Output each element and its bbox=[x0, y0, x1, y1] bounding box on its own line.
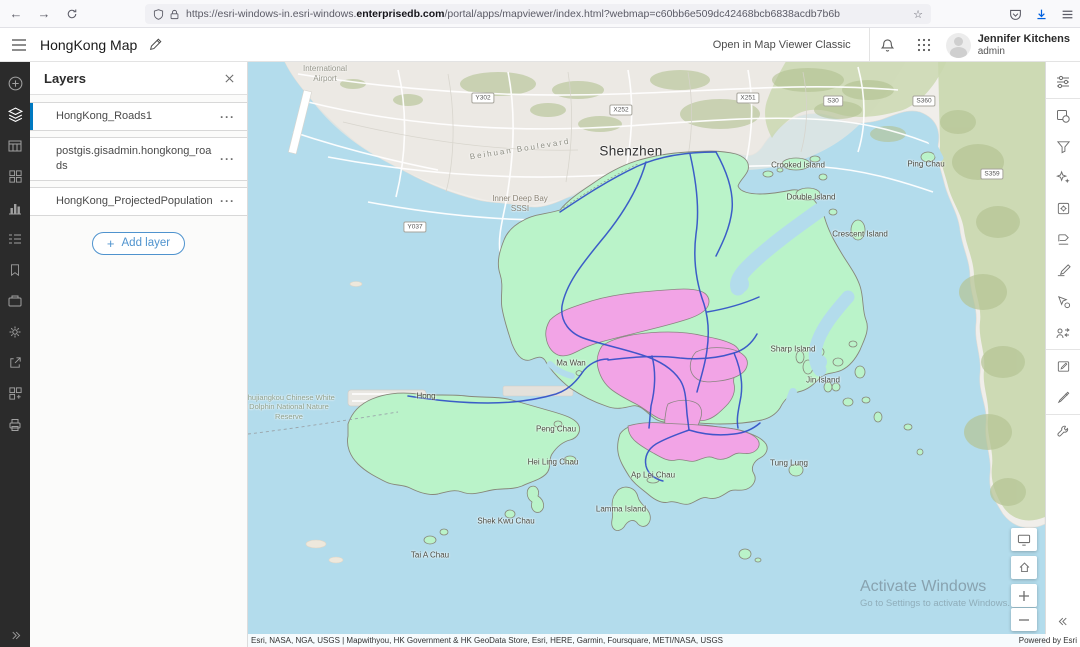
popups-icon[interactable] bbox=[1046, 255, 1080, 286]
save-icon[interactable] bbox=[0, 285, 30, 316]
toolbar-divider bbox=[1046, 349, 1080, 350]
monitor-icon bbox=[1017, 534, 1031, 546]
analysis-wrench-icon[interactable] bbox=[1046, 416, 1080, 447]
bookmarks-icon[interactable] bbox=[0, 254, 30, 285]
plus-icon bbox=[1018, 590, 1030, 602]
basemap-icon[interactable] bbox=[0, 161, 30, 192]
shield-permissions-icon[interactable] bbox=[153, 9, 164, 20]
add-layer-button[interactable]: + Add layer bbox=[92, 232, 185, 255]
layer-row-projected-population[interactable]: HongKong_ProjectedPopulation bbox=[30, 187, 247, 216]
browser-back-button[interactable]: ← bbox=[4, 3, 28, 25]
home-icon bbox=[1018, 561, 1031, 574]
open-in-classic-link[interactable]: Open in Map Viewer Classic bbox=[713, 39, 851, 51]
screen-capture-button[interactable] bbox=[1011, 528, 1037, 551]
sharing-icon[interactable] bbox=[1046, 317, 1080, 348]
print-icon[interactable] bbox=[0, 409, 30, 440]
close-panel-icon[interactable] bbox=[224, 73, 235, 84]
map-canvas[interactable]: International Airport Shenzhen Beihuan B… bbox=[248, 62, 1045, 647]
downloads-icon[interactable] bbox=[1035, 8, 1048, 21]
reload-icon bbox=[66, 8, 78, 20]
settings-toolbar bbox=[1045, 62, 1080, 647]
pocket-icon[interactable] bbox=[1009, 8, 1022, 21]
contents-toolbar bbox=[0, 62, 30, 647]
layer-options-icon[interactable] bbox=[216, 194, 239, 208]
labels-icon[interactable] bbox=[1046, 224, 1080, 255]
create-app-icon[interactable] bbox=[0, 378, 30, 409]
collapse-toolbar-icon[interactable] bbox=[1046, 616, 1080, 627]
effects-icon[interactable] bbox=[1046, 162, 1080, 193]
user-menu[interactable]: Jennifer Kitchens admin bbox=[946, 33, 1070, 58]
minus-icon bbox=[1018, 614, 1030, 626]
url-text: https://esri-windows-in.esri-windows.ent… bbox=[186, 8, 907, 20]
edit-title-icon[interactable] bbox=[149, 38, 162, 51]
expand-toolbar-icon[interactable] bbox=[0, 630, 30, 641]
browser-forward-button[interactable]: → bbox=[32, 3, 56, 25]
layer-name: HongKong_ProjectedPopulation bbox=[56, 194, 216, 209]
map-properties-gear-icon[interactable] bbox=[0, 316, 30, 347]
page-title: HongKong Map bbox=[40, 37, 137, 53]
map-attribution: Esri, NASA, NGA, USGS | Mapwithyou, HK G… bbox=[251, 636, 723, 645]
layer-row-postgis-roads[interactable]: postgis.gisadmin.hongkong_roads bbox=[30, 137, 247, 181]
layers-icon[interactable] bbox=[0, 99, 30, 130]
lock-icon[interactable] bbox=[169, 9, 180, 20]
toolbar-divider bbox=[1046, 98, 1080, 99]
styles-icon[interactable] bbox=[1046, 100, 1080, 131]
toolbar-divider bbox=[1046, 414, 1080, 415]
plus-icon: + bbox=[107, 237, 115, 250]
aggregation-icon[interactable] bbox=[1046, 193, 1080, 224]
share-icon[interactable] bbox=[0, 347, 30, 378]
basemap-graphic bbox=[248, 62, 1045, 647]
home-button[interactable] bbox=[1011, 556, 1037, 579]
app-header: HongKong Map Open in Map Viewer Classic … bbox=[0, 28, 1080, 62]
layers-panel: Layers HongKong_Roads1 postgis.gisadmin.… bbox=[30, 62, 248, 647]
layer-name: HongKong_Roads1 bbox=[56, 109, 216, 124]
avatar bbox=[946, 33, 971, 58]
sketch-icon[interactable] bbox=[1046, 382, 1080, 413]
properties-sliders-icon[interactable] bbox=[1046, 66, 1080, 97]
attribution-bar: Esri, NASA, NGA, USGS | Mapwithyou, HK G… bbox=[248, 634, 1080, 647]
user-name: Jennifer Kitchens bbox=[978, 33, 1070, 45]
browser-reload-button[interactable] bbox=[60, 3, 84, 25]
layer-options-icon[interactable] bbox=[216, 152, 239, 166]
fields-icon[interactable] bbox=[1046, 286, 1080, 317]
add-icon[interactable] bbox=[0, 68, 30, 99]
filter-icon[interactable] bbox=[1046, 131, 1080, 162]
legend-icon[interactable] bbox=[0, 223, 30, 254]
notifications-bell-icon[interactable] bbox=[870, 38, 906, 53]
layer-name: postgis.gisadmin.hongkong_roads bbox=[56, 144, 216, 174]
zoom-in-button[interactable] bbox=[1011, 584, 1037, 607]
browser-toolbar: ← → https://esri-windows-in.esri-windows… bbox=[0, 0, 1080, 28]
layers-panel-title: Layers bbox=[44, 71, 86, 86]
zoom-out-button[interactable] bbox=[1011, 608, 1037, 631]
edit-icon[interactable] bbox=[1046, 351, 1080, 382]
main-menu-icon[interactable] bbox=[0, 38, 38, 52]
address-bar[interactable]: https://esri-windows-in.esri-windows.ent… bbox=[145, 4, 931, 24]
app-launcher-grid-icon[interactable] bbox=[906, 38, 942, 52]
charts-icon[interactable] bbox=[0, 192, 30, 223]
user-role: admin bbox=[978, 46, 1070, 57]
browser-menu-icon[interactable] bbox=[1061, 8, 1074, 21]
layer-row-hongkong-roads1[interactable]: HongKong_Roads1 bbox=[30, 102, 247, 131]
powered-by-esri: Powered by Esri bbox=[1019, 636, 1077, 645]
bookmark-star-icon[interactable]: ☆ bbox=[913, 8, 923, 21]
layer-options-icon[interactable] bbox=[216, 110, 239, 124]
tables-icon[interactable] bbox=[0, 130, 30, 161]
